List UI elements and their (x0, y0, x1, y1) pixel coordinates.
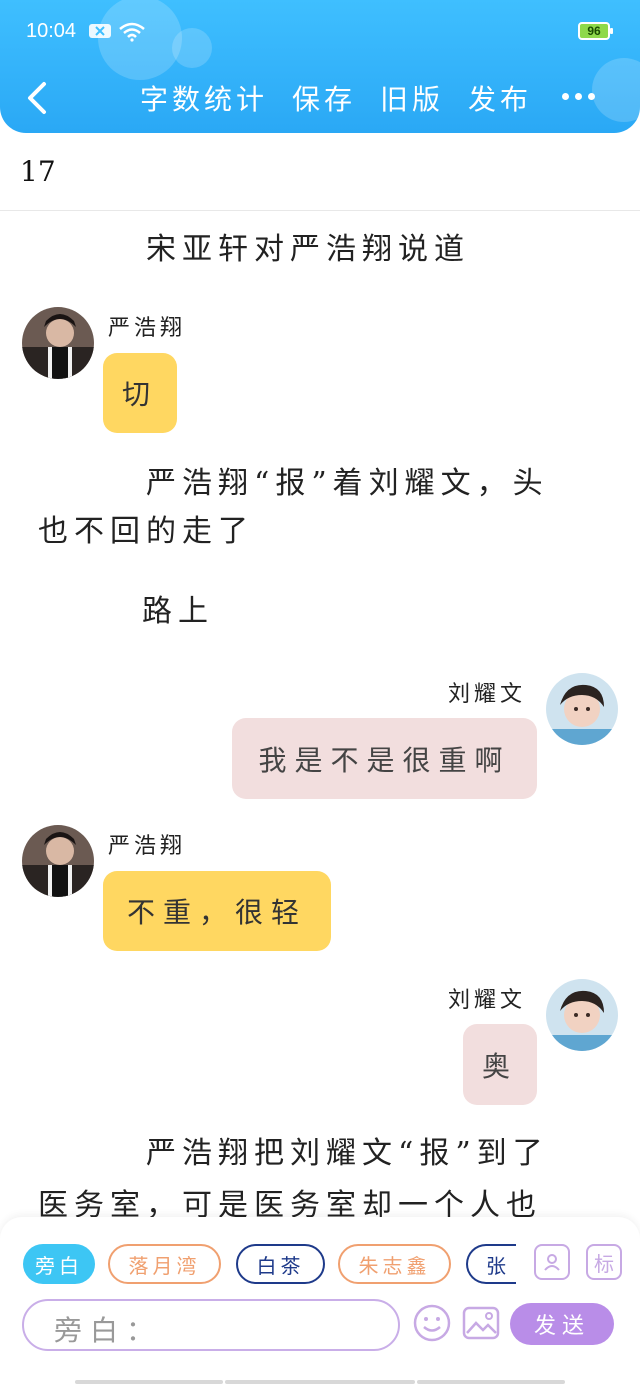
emoji-icon[interactable] (412, 1303, 452, 1343)
speaker-name: 严浩翔 (108, 316, 187, 341)
notification-icon (89, 24, 111, 38)
role-chip-zhuzhixin[interactable]: 朱志鑫 (338, 1244, 451, 1284)
narration-text[interactable]: 也不回的走了 (38, 508, 254, 556)
chapter-title-field[interactable]: 17 (0, 133, 640, 211)
avatar-liu-yaowen[interactable] (546, 979, 618, 1051)
wifi-icon (119, 22, 145, 42)
chat-bubble-right[interactable]: 奥 (463, 1024, 537, 1105)
narration-text[interactable]: 严浩翔“报”着刘耀文，头 (146, 460, 549, 508)
more-options-icon[interactable] (562, 86, 602, 106)
speaker-name: 严浩翔 (108, 834, 187, 859)
speaker-name: 刘耀文 (448, 988, 527, 1013)
narration-text[interactable]: 宋亚轩对严浩翔说道 (146, 226, 470, 274)
avatar-liu-yaowen[interactable] (546, 673, 618, 745)
nav-gesture-bar (225, 1380, 415, 1384)
avatar-yan-haoxiang[interactable] (22, 825, 94, 897)
role-manager-icon[interactable] (534, 1244, 570, 1280)
editor-toolbar: 字数统计 保存 旧版 发布 (0, 64, 640, 133)
avatar-yan-haoxiang[interactable] (22, 307, 94, 379)
role-chip-zhang[interactable]: 张 (466, 1244, 516, 1284)
old-version-button[interactable]: 旧版 (380, 78, 444, 118)
role-chip-baicha[interactable]: 白茶 (236, 1244, 325, 1284)
chapter-number: 17 (20, 155, 56, 188)
chat-bubble-left[interactable]: 不重，很轻 (103, 871, 331, 951)
narration-text[interactable]: 医务室，可是医务室却一个人也 (38, 1182, 542, 1217)
message-input-placeholder: 旁白： (54, 1314, 163, 1347)
save-button[interactable]: 保存 (292, 78, 356, 118)
nav-gesture-bar (417, 1380, 565, 1384)
nav-gesture-bar (75, 1380, 223, 1384)
publish-button[interactable]: 发布 (468, 78, 532, 118)
chat-bubble-right[interactable]: 我是不是很重啊 (232, 718, 537, 799)
battery-icon: 96 (578, 22, 613, 40)
status-bar: 10:04 96 (0, 0, 640, 64)
role-chip-narrator[interactable]: 旁白 (23, 1244, 95, 1284)
back-arrow-icon[interactable] (20, 78, 56, 118)
word-count-button[interactable]: 字数统计 (140, 78, 268, 118)
role-chip-luoyuewan[interactable]: 落月湾 (108, 1244, 221, 1284)
narration-text[interactable]: 严浩翔把刘耀文“报”到了 (146, 1130, 549, 1178)
story-content: 宋亚轩对严浩翔说道 严浩翔 切 严浩翔“报”着刘耀文，头 也不回的走了 路上 刘… (0, 212, 640, 1217)
top-app-bar: 10:04 96 字数统计 保存 旧版 发布 (0, 0, 640, 133)
toolbar-actions: 字数统计 保存 旧版 发布 (140, 78, 532, 118)
composer-panel: 旁白 落月湾 白茶 朱志鑫 张 标 旁白： 发送 (0, 1217, 640, 1387)
message-input[interactable]: 旁白： (22, 1299, 400, 1351)
tag-button[interactable]: 标 (586, 1244, 622, 1280)
image-icon[interactable] (461, 1303, 501, 1343)
chat-bubble-left[interactable]: 切 (103, 353, 177, 433)
send-button[interactable]: 发送 (510, 1303, 614, 1345)
speaker-name: 刘耀文 (448, 682, 527, 707)
status-time: 10:04 (26, 20, 77, 42)
narration-text[interactable]: 路上 (142, 588, 214, 636)
